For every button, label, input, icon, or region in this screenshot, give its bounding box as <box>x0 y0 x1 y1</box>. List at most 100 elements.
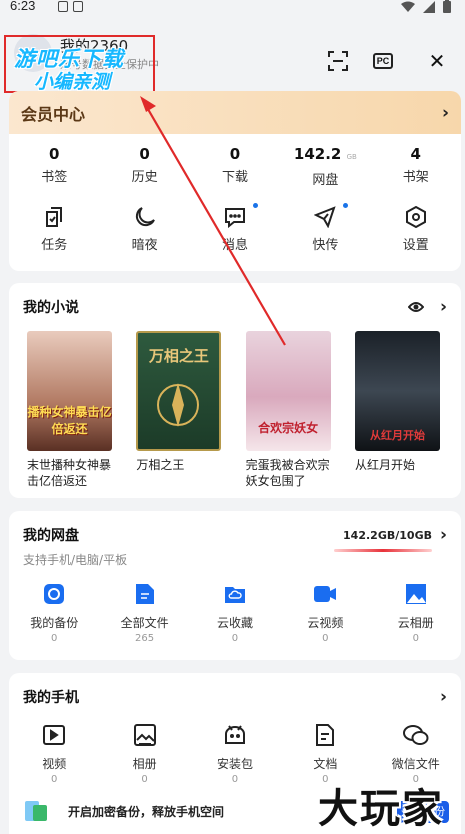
notification-icon <box>73 1 83 12</box>
tool-label: 消息 <box>221 238 248 253</box>
scan-button[interactable] <box>325 48 351 74</box>
disk-item-all-files[interactable]: 全部文件 265 <box>99 580 189 644</box>
item-label: 我的备份 <box>30 616 79 630</box>
novel-item[interactable]: 万相之王 万相之王 <box>136 331 226 489</box>
item-count: 0 <box>231 774 239 785</box>
close-icon: ✕ <box>428 49 446 73</box>
chevron-right-icon[interactable]: › <box>440 297 447 317</box>
novel-list: 播种女神暴击亿倍返还 末世播种女神暴击亿倍返还 万相之王 万相之王 合欢宗妖女 … <box>9 331 461 489</box>
book-cover: 从红月开始 <box>354 331 440 451</box>
eye-icon[interactable] <box>407 301 424 313</box>
stat-label: 历史 <box>131 170 158 185</box>
disk-usage: 142.2GB/10GB <box>343 528 432 542</box>
item-label: 视频 <box>42 757 67 771</box>
stat-number: 142.2 <box>293 145 342 163</box>
chevron-right-icon: › <box>439 687 447 707</box>
phone-item-apk[interactable]: 安装包 0 <box>190 721 280 785</box>
tool-settings[interactable]: 设置 <box>371 204 461 253</box>
chevron-right-icon: › <box>439 525 447 545</box>
cover-title: 万相之王 <box>148 347 209 365</box>
item-label: 安装包 <box>216 757 253 771</box>
member-center-bar[interactable]: 会员中心 › <box>9 91 461 134</box>
notification-icon <box>58 1 68 12</box>
stat-label: 网盘 <box>312 173 339 188</box>
stat-unit: GB <box>346 153 357 161</box>
item-label: 云视频 <box>307 616 344 630</box>
pc-icon: PC <box>372 53 394 69</box>
status-bar: 6:23 <box>0 0 465 16</box>
battery-icon <box>443 0 451 13</box>
tool-task[interactable]: 任务 <box>9 204 99 253</box>
backup-icon <box>44 584 65 604</box>
close-button[interactable]: ✕ <box>424 48 450 74</box>
chevron-right-icon: › <box>441 102 449 123</box>
cloud-disk-card: 我的网盘 142.2GB/10GB › 支持手机/电脑/平板 我的备份 0 全部… <box>9 511 461 660</box>
disk-item-cloud-video[interactable]: 云视频 0 <box>280 580 370 644</box>
wifi-icon <box>401 1 415 12</box>
tool-messages[interactable]: 消息 <box>190 203 280 253</box>
cover-title: 播种女神暴击亿倍返还 <box>27 405 112 436</box>
tool-label: 设置 <box>402 238 429 253</box>
book-cover: 合欢宗妖女 <box>245 331 331 451</box>
scan-icon <box>328 51 348 71</box>
message-icon <box>224 208 245 228</box>
cover-title: 从红月开始 <box>369 429 425 442</box>
status-notification-icons <box>58 1 83 12</box>
wechat-icon <box>402 725 429 745</box>
novels-header: 我的小说 › <box>9 283 461 331</box>
disk-shortcuts: 我的备份 0 全部文件 265 云收藏 0 云视频 0 云相册 0 <box>9 568 461 644</box>
stat-history[interactable]: 0 历史 <box>99 144 189 188</box>
stat-bookshelf[interactable]: 4 书架 <box>371 144 461 188</box>
novel-item[interactable]: 从红月开始 从红月开始 <box>354 331 445 489</box>
gear-icon <box>405 206 426 228</box>
tools-row: 任务 暗夜 消息 快传 设置 <box>9 188 461 253</box>
android-icon <box>224 725 245 744</box>
phone-header[interactable]: 我的手机 › <box>9 673 461 721</box>
tool-label: 任务 <box>41 238 68 253</box>
usage-underline <box>334 549 432 552</box>
member-card: 会员中心 › 0 书签 0 历史 0 下载 142.2 GB 网盘 4 书架 任务 暗夜 … <box>9 91 461 271</box>
stat-label: 书架 <box>402 170 429 185</box>
disk-item-cloud-favorites[interactable]: 云收藏 0 <box>190 580 280 644</box>
corner-watermark: 大玩家 <box>318 786 444 832</box>
book-cover: 万相之王 <box>136 331 222 451</box>
cloud-folder-icon <box>224 587 245 603</box>
member-center-title: 会员中心 <box>21 104 86 124</box>
stat-downloads[interactable]: 0 下载 <box>190 144 280 188</box>
stat-label: 下载 <box>221 170 248 185</box>
section-title: 我的网盘 <box>23 528 79 544</box>
novel-title: 末世播种女神暴击亿倍返还 <box>27 458 112 488</box>
tool-quick-send[interactable]: 快传 <box>280 203 370 253</box>
disk-item-backup[interactable]: 我的备份 0 <box>9 580 99 644</box>
phone-item-photos[interactable]: 相册 0 <box>99 721 189 785</box>
backup-phone-icon <box>25 801 47 821</box>
phone-item-video[interactable]: 视频 0 <box>9 721 99 785</box>
stats-row: 0 书签 0 历史 0 下载 142.2 GB 网盘 4 书架 <box>9 134 461 188</box>
novel-title: 从红月开始 <box>354 458 415 472</box>
stat-cloud-disk[interactable]: 142.2 GB 网盘 <box>280 144 370 188</box>
cover-emblem <box>157 383 200 427</box>
stat-bookmarks[interactable]: 0 书签 <box>9 144 99 188</box>
item-count: 0 <box>412 633 419 644</box>
play-icon <box>43 725 66 745</box>
task-icon <box>46 207 63 227</box>
novel-item[interactable]: 播种女神暴击亿倍返还 末世播种女神暴击亿倍返还 <box>27 331 117 489</box>
moon-icon <box>135 207 155 227</box>
item-count: 0 <box>231 633 239 644</box>
status-system-icons <box>401 0 451 13</box>
stat-value: 0 <box>229 145 241 163</box>
item-label: 云相册 <box>397 616 434 630</box>
disk-subtitle: 支持手机/电脑/平板 <box>23 553 128 567</box>
disk-item-cloud-album[interactable]: 云相册 0 <box>371 580 461 644</box>
tool-dark-mode[interactable]: 暗夜 <box>99 204 189 253</box>
novel-item[interactable]: 合欢宗妖女 完蛋我被合欢宗妖女包围了 <box>245 331 336 489</box>
stat-value: 142.2 GB <box>280 144 370 167</box>
image-icon <box>133 724 156 746</box>
novel-title: 万相之王 <box>136 458 185 472</box>
pc-button[interactable]: PC <box>370 48 396 74</box>
book-cover: 播种女神暴击亿倍返还 <box>27 331 112 451</box>
document-icon <box>316 724 335 746</box>
item-count: 0 <box>141 774 148 785</box>
signal-icon <box>423 0 435 13</box>
tool-label: 暗夜 <box>131 238 158 253</box>
